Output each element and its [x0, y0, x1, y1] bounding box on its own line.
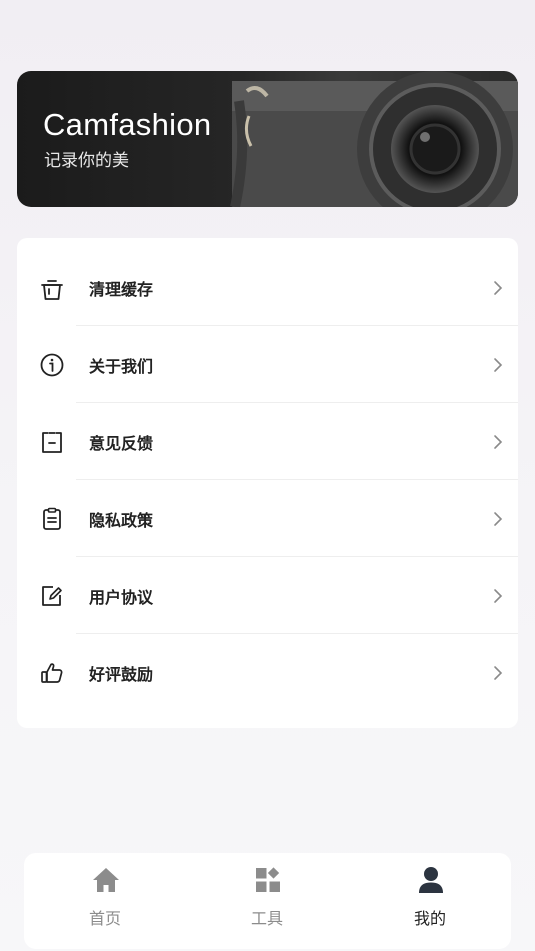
banner: Camfashion 记录你的美	[17, 71, 518, 207]
chevron-right-icon	[494, 589, 503, 603]
tab-label: 首页	[88, 909, 121, 928]
tab-label: 工具	[250, 909, 283, 928]
user-icon	[419, 867, 443, 893]
tab-home[interactable]: 首页	[45, 853, 165, 949]
bottom-tab-bar: 首页 工具 我的	[24, 853, 511, 949]
info-icon	[40, 353, 64, 377]
menu-item-clear-cache[interactable]: 清理缓存	[17, 249, 518, 326]
menu-item-label: 清理缓存	[89, 280, 154, 299]
tab-mine[interactable]: 我的	[370, 853, 490, 949]
app-title: Camfashion	[43, 107, 212, 142]
menu-item-label: 隐私政策	[89, 511, 154, 530]
menu-item-feedback[interactable]: 意见反馈	[17, 403, 518, 480]
menu-item-about-us[interactable]: 关于我们	[17, 326, 518, 403]
trash-icon	[41, 280, 63, 300]
menu-item-label: 好评鼓励	[89, 665, 154, 684]
menu-item-privacy-policy[interactable]: 隐私政策	[17, 480, 518, 557]
chevron-right-icon	[494, 666, 503, 680]
app-slogan: 记录你的美	[44, 151, 129, 171]
chevron-right-icon	[494, 435, 503, 449]
settings-menu: 清理缓存 关于我们 意见反馈 隐私政策 用户协议 好评鼓励	[17, 238, 518, 728]
chevron-right-icon	[494, 512, 503, 526]
feedback-icon	[42, 432, 62, 453]
chevron-right-icon	[494, 281, 503, 295]
menu-item-rate-app[interactable]: 好评鼓励	[17, 634, 518, 711]
thumbs-up-icon	[41, 663, 63, 683]
tab-label: 我的	[413, 909, 446, 928]
home-icon	[93, 868, 119, 892]
menu-item-label: 关于我们	[89, 357, 154, 376]
menu-item-label: 意见反馈	[89, 434, 154, 453]
menu-item-user-agreement[interactable]: 用户协议	[17, 557, 518, 634]
edit-icon	[42, 586, 62, 606]
tab-tools[interactable]: 工具	[207, 853, 327, 949]
chevron-right-icon	[494, 358, 503, 372]
menu-item-label: 用户协议	[89, 588, 154, 607]
tools-icon	[256, 867, 280, 892]
clipboard-icon	[43, 507, 61, 530]
